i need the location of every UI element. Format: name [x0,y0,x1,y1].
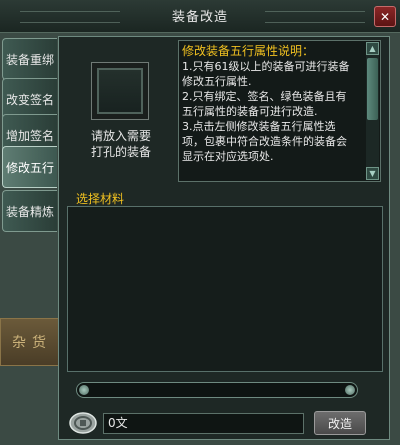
description-line: 修改五行属性. [182,75,252,88]
description-line: 1.只有61级以上的装备可进行装备 [182,60,350,73]
materials-area[interactable] [67,206,383,372]
tab-refine[interactable]: 装备精炼 [2,190,57,232]
close-button[interactable]: ✕ [374,6,396,27]
description-line: 2.只有绑定、签名、绿色装备且有 [182,90,347,103]
scroll-up-icon[interactable]: ▲ [366,42,379,55]
description-title: 修改装备五行属性说明： [182,44,315,58]
title-bar[interactable]: 装备改造 ✕ [0,0,400,33]
description-line: 显示在对应选项处. [182,150,274,163]
description-line: 五行属性的装备可进行改造. [182,105,318,118]
tab-label: 装备精炼 [5,204,54,219]
description-box: 修改装备五行属性说明： 1.只有61级以上的装备可进行装备 修改五行属性. 2.… [178,40,381,182]
window-title: 装备改造 [171,10,228,25]
slot-hint-line2: 打孔的装备 [90,145,151,159]
description-scrollbar[interactable]: ▲ ▼ [366,42,379,180]
slot-hint: 请放入需要 打孔的装备 [78,128,164,160]
tab-label: 增加签名 [5,128,54,143]
equipment-slot-well [97,68,143,114]
materials-label: 选择材料 [76,192,125,206]
scroll-thumb[interactable] [367,58,378,120]
progress-cap-right [345,385,355,395]
tab-rebind[interactable]: 装备重绑 [2,38,57,80]
description-line: 3.点击左侧修改装备五行属性选 [182,120,336,133]
tab-label: 装备重绑 [5,52,54,67]
slot-hint-line1: 请放入需要 [90,129,151,143]
tab-label: 改变签名 [5,92,54,107]
description-line: 项，包裹中符合改造条件的装备会 [182,135,347,148]
progress-bar [76,382,358,398]
close-icon: ✕ [379,9,391,24]
background-shop-sign: 杂货 [0,318,64,366]
tab-modify-five-elements[interactable]: 修改五行 [2,146,57,188]
tab-label: 修改五行 [5,160,54,175]
equipment-slot[interactable] [91,62,149,120]
cost-display: 0文 [103,413,304,434]
modify-button[interactable]: 改造 [314,411,366,435]
coin-icon [69,412,97,434]
progress-cap-left [79,385,89,395]
scroll-down-icon[interactable]: ▼ [366,167,379,180]
